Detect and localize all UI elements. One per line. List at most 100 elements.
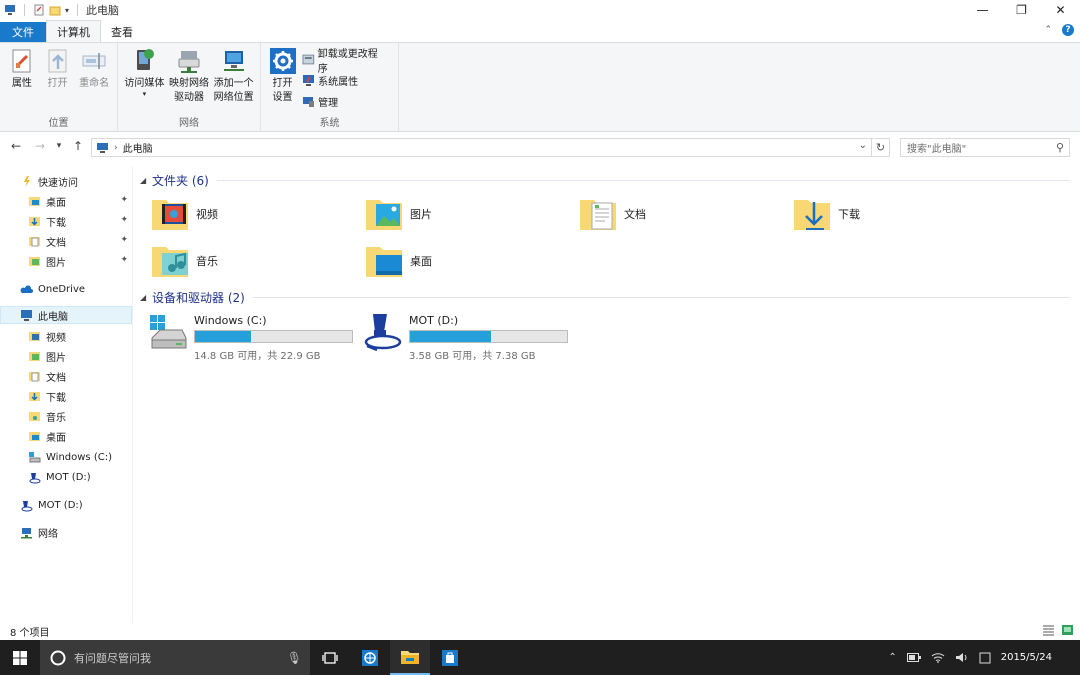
- folder-documents-label: 文档: [624, 208, 646, 221]
- tab-file[interactable]: 文件: [0, 22, 46, 42]
- pictures-folder-icon: [29, 351, 40, 361]
- breadcrumb-this-pc[interactable]: 此电脑: [123, 140, 153, 155]
- properties-icon[interactable]: [33, 4, 45, 16]
- folder-icon: [401, 650, 419, 664]
- folder-desktop[interactable]: 桌面: [364, 239, 564, 283]
- nav-pc-music[interactable]: 音乐: [28, 407, 132, 425]
- folder-music[interactable]: 音乐: [150, 239, 350, 283]
- refresh-button[interactable]: ↻: [872, 138, 890, 157]
- battery-icon[interactable]: [906, 653, 921, 662]
- nav-this-pc[interactable]: 此电脑: [0, 306, 132, 324]
- folders-section-title: 文件夹 (6): [152, 173, 209, 188]
- nav-pc-drive-c[interactable]: Windows (C:): [28, 448, 132, 466]
- quick-access-dropdown-icon[interactable]: ▾: [65, 6, 69, 15]
- rename-icon: [82, 53, 106, 69]
- folder-videos[interactable]: 视频: [150, 192, 350, 236]
- pin-icon[interactable]: ✦: [120, 215, 128, 225]
- map-drive-label-1: 映射网络: [169, 78, 209, 89]
- drive-c-info: 14.8 GB 可用，共 22.9 GB: [194, 351, 321, 362]
- view-buttons: [1042, 624, 1074, 636]
- pin-icon[interactable]: ✦: [120, 255, 128, 265]
- nav-pc-downloads-label: 下载: [46, 392, 66, 404]
- chevron-up-icon[interactable]: ⌃: [1044, 25, 1052, 35]
- folder-downloads-label: 下载: [838, 208, 860, 221]
- network-icon: [21, 527, 32, 538]
- media-access-label: 访问媒体: [124, 78, 165, 89]
- folder-pictures[interactable]: 图片: [364, 192, 564, 236]
- back-arrow-icon[interactable]: ←: [6, 139, 26, 153]
- nav-quick-access[interactable]: 快速访问: [20, 172, 152, 190]
- manage-button[interactable]: 管理: [302, 93, 386, 110]
- volume-icon[interactable]: [955, 652, 969, 663]
- cortana-search-box[interactable]: 有问题尽管问我 🎙︎: [40, 640, 310, 675]
- folders-section-header[interactable]: ◢ 文件夹 (6): [140, 172, 1070, 188]
- nav-quick-downloads[interactable]: 下载 ✦: [28, 212, 132, 230]
- nav-onedrive[interactable]: OneDrive: [20, 280, 152, 298]
- nav-quick-downloads-label: 下载: [46, 217, 66, 229]
- nav-pc-documents[interactable]: 文档: [28, 367, 132, 385]
- nav-quick-pictures[interactable]: 图片 ✦: [28, 252, 132, 270]
- start-button[interactable]: [0, 640, 40, 675]
- nav-pc-downloads[interactable]: 下载: [28, 387, 132, 405]
- store-taskbar-button[interactable]: [430, 640, 470, 675]
- nav-quick-documents[interactable]: 文档 ✦: [28, 232, 132, 250]
- file-explorer-taskbar-button[interactable]: [390, 640, 430, 675]
- address-dropdown-icon[interactable]: ⌄: [859, 140, 867, 151]
- ribbon: 属性 打开 重命名 位置 访问媒体 ▾ 映射网络 驱动器 添加一个 网络位置 网…: [0, 42, 1080, 132]
- nav-pc-desktop[interactable]: 桌面: [28, 427, 132, 445]
- tab-computer[interactable]: 计算机: [46, 20, 101, 42]
- nav-pc-documents-label: 文档: [46, 372, 66, 384]
- wifi-icon[interactable]: [931, 652, 945, 663]
- edge-taskbar-button[interactable]: [350, 640, 390, 675]
- open-settings-label-1: 打开: [272, 78, 293, 89]
- nav-pc-videos[interactable]: 视频: [28, 327, 132, 345]
- folder-desktop-label: 桌面: [410, 255, 432, 268]
- taskbar-clock[interactable]: 2015/5/24: [1001, 652, 1052, 664]
- pin-icon[interactable]: ✦: [120, 235, 128, 245]
- help-icon[interactable]: ?: [1062, 24, 1074, 36]
- breadcrumb-separator-icon[interactable]: ›: [114, 143, 118, 153]
- manage-label: 管理: [318, 98, 339, 109]
- divider: [252, 296, 1070, 298]
- nav-mot-drive[interactable]: MOT (D:): [20, 496, 152, 514]
- divider: [77, 4, 79, 16]
- nav-pc-drive-d[interactable]: MOT (D:): [28, 468, 132, 486]
- minimize-button[interactable]: —: [963, 0, 1002, 20]
- microphone-icon[interactable]: 🎙︎: [287, 651, 302, 665]
- nav-pc-pictures-label: 图片: [46, 352, 66, 364]
- nav-network[interactable]: 网络: [20, 523, 152, 541]
- downloads-folder-icon: [794, 200, 830, 230]
- restore-button[interactable]: ❐: [1002, 0, 1041, 20]
- chevron-down-icon: ◢: [140, 292, 147, 302]
- search-input[interactable]: 搜索"此电脑" ⚲: [900, 138, 1070, 157]
- forward-arrow-icon[interactable]: →: [30, 139, 50, 153]
- map-drive-icon: [178, 51, 200, 73]
- pin-icon[interactable]: ✦: [120, 195, 128, 205]
- recent-locations-dropdown-icon[interactable]: ▾: [54, 141, 64, 151]
- system-properties-button[interactable]: 系统属性: [302, 72, 386, 89]
- address-bar[interactable]: › 此电脑 ⌄: [91, 138, 872, 157]
- details-view-icon[interactable]: [1042, 624, 1055, 636]
- large-icons-view-icon[interactable]: [1061, 624, 1074, 636]
- task-view-button[interactable]: [310, 640, 350, 675]
- tab-view[interactable]: 查看: [101, 22, 143, 42]
- new-folder-icon[interactable]: [49, 4, 61, 16]
- action-center-icon[interactable]: [1062, 652, 1072, 664]
- up-arrow-icon[interactable]: ↑: [68, 139, 88, 153]
- add-network-location-label-2: 网络位置: [213, 92, 254, 103]
- music-folder-icon: [29, 411, 40, 421]
- system-properties-label: 系统属性: [318, 77, 359, 88]
- content-pane: ◢ 文件夹 (6) 视频 图片 文档 下载 音乐 桌面 ◢ 设备和驱动器 (2)…: [140, 166, 1080, 622]
- input-method-icon[interactable]: [979, 652, 991, 664]
- drives-section-header[interactable]: ◢ 设备和驱动器 (2): [140, 289, 1070, 305]
- drive-d[interactable]: MOT (D:) 3.58 GB 可用，共 7.38 GB: [355, 310, 570, 362]
- folder-downloads[interactable]: 下载: [792, 192, 992, 236]
- nav-pc-pictures[interactable]: 图片: [28, 347, 132, 365]
- drive-c[interactable]: Windows (C:) 14.8 GB 可用，共 22.9 GB: [140, 310, 355, 362]
- uninstall-program-button[interactable]: 卸载或更改程序: [302, 49, 386, 75]
- show-hidden-icons-icon[interactable]: ⌃: [888, 652, 896, 663]
- media-access-icon: [137, 49, 155, 70]
- folder-documents[interactable]: 文档: [578, 192, 778, 236]
- nav-quick-desktop[interactable]: 桌面 ✦: [28, 192, 132, 210]
- close-button[interactable]: ✕: [1041, 0, 1080, 20]
